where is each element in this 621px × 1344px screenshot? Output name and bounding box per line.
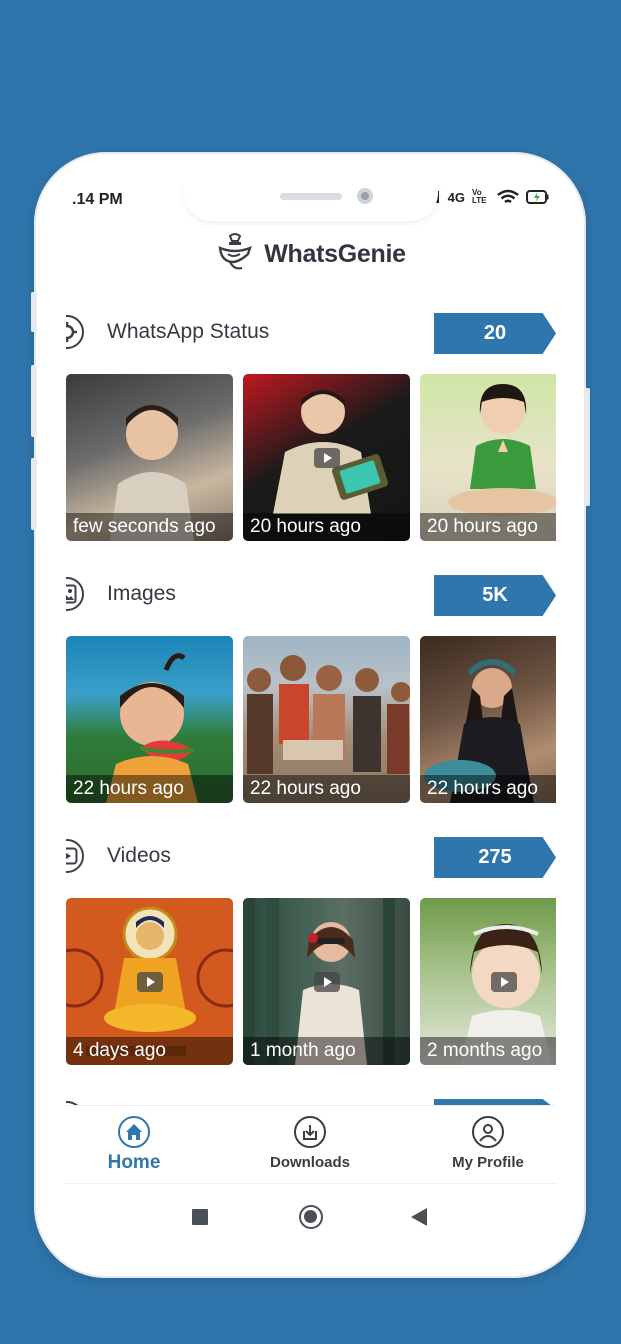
front-camera [357,188,373,204]
section-title: Videos [107,844,171,867]
thumbnail-caption: 20 hours ago [243,513,410,541]
status-icons: 4G Vo LTE [435,189,550,205]
thumbnail-caption: 2 months ago [420,1037,556,1065]
status-thumbnail[interactable]: 20 hours ago [420,374,556,541]
thumbnail-caption: 20 hours ago [420,513,556,541]
thumbnail-caption: few seconds ago [66,513,233,541]
video-thumbnail[interactable]: 1 month ago [243,898,410,1065]
video-play-icon [66,839,84,873]
thumbnail-caption: 1 month ago [243,1037,410,1065]
section-header[interactable]: WhatsApp Status 20 [66,313,556,355]
download-icon [294,1116,326,1148]
thumbnail-caption: 22 hours ago [420,775,556,803]
section-header[interactable]: Videos 275 [66,837,556,879]
video-thumbnail[interactable]: 2 months ago [420,898,556,1065]
image-thumbnail[interactable]: 22 hours ago [66,636,233,803]
image-thumbnail[interactable]: 22 hours ago [420,636,556,803]
volume-up-button [31,292,37,332]
status-thumbnail[interactable]: 20 hours ago [243,374,410,541]
section-title: WhatsApp Status [107,320,270,343]
image-icon [66,577,84,611]
thumbnail-caption: 4 days ago [66,1037,233,1065]
section-videos: Videos 275 4 days ago 1 month ago 2 mont… [66,837,556,1065]
thumbnail-caption: 22 hours ago [66,775,233,803]
status-time: .14 PM [72,191,123,208]
notch [184,183,438,221]
nav-label: Downloads [269,1154,350,1171]
home-circle-icon[interactable] [299,1205,323,1229]
genie-lamp-icon [216,232,254,277]
nav-downloads[interactable]: Downloads [264,1106,356,1184]
nav-home[interactable]: Home [97,1106,171,1184]
nav-label: My Profile [452,1154,524,1171]
video-thumbnail[interactable]: 4 days ago [66,898,233,1065]
count-badge[interactable]: 20 [434,313,556,354]
app-header: WhatsGenie [66,231,556,277]
silent-switch [31,458,37,530]
section-title: Images [107,582,176,605]
profile-icon [472,1116,504,1148]
recent-apps-icon[interactable] [192,1209,208,1225]
section-images: Images 5K 22 hours ago 22 hours ago 22 h… [66,575,556,803]
play-icon [314,972,340,992]
speaker-grille [280,193,342,200]
count-badge[interactable]: 5K [434,575,556,616]
thumbnail-caption: 22 hours ago [243,775,410,803]
thumbnail-row: 4 days ago 1 month ago 2 months ago [66,898,556,1065]
thumbnail-row: 22 hours ago 22 hours ago 22 hours ago [66,636,556,803]
play-icon [491,972,517,992]
thumbnail-row: few seconds ago 20 hours ago 20 hours ag… [66,374,556,541]
play-icon [137,972,163,992]
count-badge[interactable]: 275 [434,837,556,878]
image-thumbnail[interactable]: 22 hours ago [243,636,410,803]
app-title: WhatsGenie [264,239,406,268]
back-icon[interactable] [411,1208,427,1226]
section-whatsapp-status: WhatsApp Status 20 few seconds ago 20 ho… [66,313,556,541]
status-thumbnail[interactable]: few seconds ago [66,374,233,541]
status-ring-icon [66,315,84,349]
nav-my-profile[interactable]: My Profile [442,1106,534,1184]
home-icon [118,1116,150,1148]
bottom-navigation: Home Downloads My Profile [66,1105,556,1183]
network-type: 4G [447,189,465,205]
wifi-icon [497,189,519,205]
app-screen: .14 PM 4G Vo LTE WhatsGenie WhatsApp Sta… [66,183,556,1246]
section-header[interactable]: Images 5K [66,575,556,617]
volume-down-button [31,365,37,437]
power-button [584,388,590,506]
nav-label: Home [107,1152,161,1173]
battery-charging-icon [526,190,550,204]
volte-icon: Vo LTE [472,188,487,205]
play-icon [314,448,340,468]
system-navigation-bar [66,1183,556,1246]
